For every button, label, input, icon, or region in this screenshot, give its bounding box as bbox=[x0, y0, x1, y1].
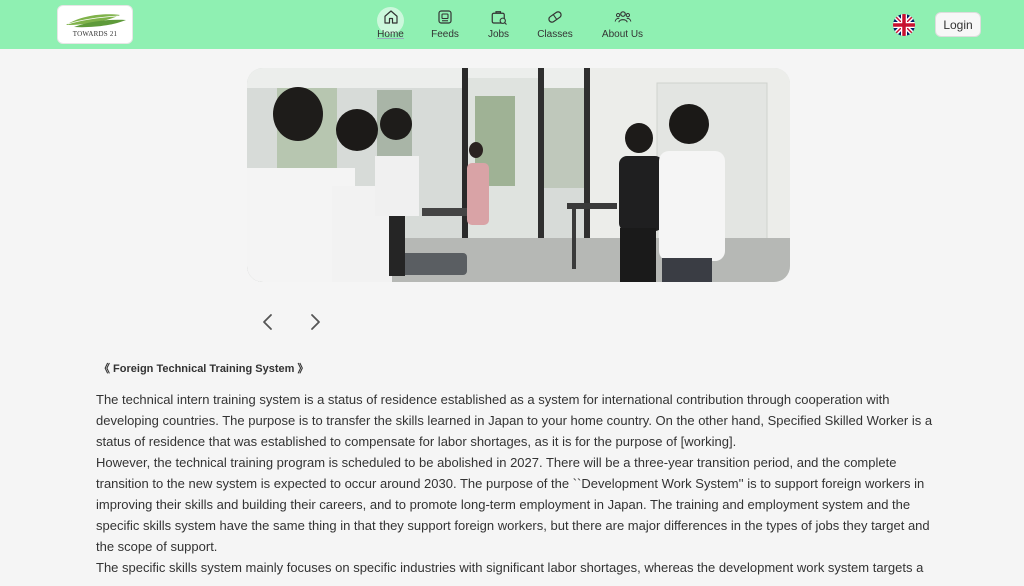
article-line: the scope of support. bbox=[96, 539, 218, 554]
jobs-icon bbox=[491, 11, 507, 25]
nav-feeds[interactable]: Feeds bbox=[430, 8, 460, 44]
chevron-left-icon bbox=[263, 314, 272, 330]
towards21-logo[interactable]: TOWARDS 21 bbox=[57, 5, 133, 44]
leaf-logo-icon bbox=[66, 14, 126, 28]
classes-icon bbox=[548, 11, 562, 23]
uk-flag-icon[interactable] bbox=[893, 14, 915, 36]
chevron-right-icon bbox=[311, 314, 320, 330]
nav-classes-label: Classes bbox=[537, 29, 573, 40]
about-us-icon bbox=[614, 11, 631, 23]
article-title: 《 Foreign Technical Training System 》 bbox=[99, 363, 309, 375]
home-icon bbox=[383, 10, 398, 24]
article-line: developing countries. The purpose is to … bbox=[96, 413, 933, 428]
article-body: The technical intern training system is … bbox=[96, 389, 946, 578]
article-line: specific skills system have the same thi… bbox=[96, 518, 930, 533]
feeds-icon bbox=[438, 10, 452, 24]
carousel-next-button[interactable] bbox=[305, 312, 325, 332]
nav-about-us[interactable]: About Us bbox=[600, 8, 645, 44]
article-line: improving their skills and building thei… bbox=[96, 497, 911, 512]
nav-home-label: Home bbox=[377, 29, 404, 40]
article-line: However, the technical training program … bbox=[96, 455, 897, 470]
nav-classes[interactable]: Classes bbox=[536, 8, 574, 44]
logo-text: TOWARDS 21 bbox=[72, 30, 118, 38]
nav-home[interactable]: Home bbox=[376, 8, 405, 44]
carousel-photo bbox=[247, 68, 790, 282]
login-button[interactable]: Login bbox=[935, 12, 981, 37]
article-section: 《 Foreign Technical Training System 》 Th… bbox=[96, 360, 946, 578]
article-line: status of residence that was established… bbox=[96, 434, 737, 449]
top-navbar: TOWARDS 21 Home Feeds Jobs Classes About… bbox=[0, 0, 1024, 49]
nav-about-us-label: About Us bbox=[601, 29, 644, 40]
article-line: transition to the new system is expected… bbox=[96, 476, 925, 491]
article-line: The technical intern training system is … bbox=[96, 392, 890, 407]
nav-jobs[interactable]: Jobs bbox=[486, 8, 511, 44]
carousel-prev-button[interactable] bbox=[258, 312, 278, 332]
nav-jobs-label: Jobs bbox=[487, 29, 510, 40]
nav-feeds-label: Feeds bbox=[431, 29, 459, 40]
article-line: The specific skills system mainly focuse… bbox=[96, 560, 924, 575]
